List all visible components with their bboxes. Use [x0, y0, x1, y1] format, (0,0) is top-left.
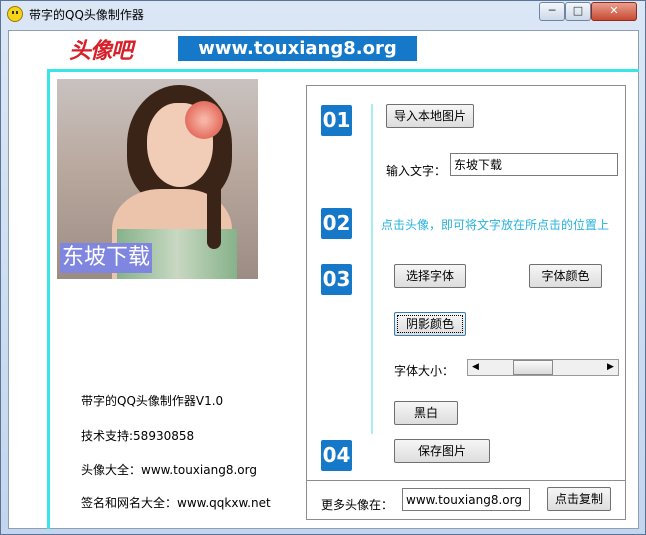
choose-font-button[interactable]: 选择字体 [394, 264, 466, 288]
overlay-text-input[interactable] [450, 153, 618, 176]
divider-horizontal [47, 69, 639, 72]
panel-accent-line [371, 104, 373, 434]
save-image-button[interactable]: 保存图片 [394, 439, 490, 463]
info-support: 技术支持:58930858 [81, 429, 195, 443]
avatar-flower [185, 101, 223, 139]
title-bar[interactable]: 带字的QQ头像制作器 ─ □ ✕ [1, 1, 645, 27]
client-area: 头像吧 www.touxiang8.org 东坡下载 带字的QQ头像制作器V1.… [8, 30, 639, 529]
avatar-overlay-text[interactable]: 东坡下载 [60, 243, 153, 273]
font-color-button[interactable]: 字体颜色 [529, 264, 602, 288]
window-title: 带字的QQ头像制作器 [29, 8, 144, 22]
scroll-right-arrow-icon[interactable]: ▶ [603, 360, 618, 375]
input-text-label: 输入文字： [386, 164, 447, 178]
click-hint-text: 点击头像，即可将文字放在所点击的位置上 [381, 218, 610, 232]
step-badge-02: 02 [321, 208, 352, 239]
step-badge-03: 03 [321, 264, 352, 295]
panel-divider [307, 480, 625, 481]
avatar-braid [207, 169, 221, 249]
scroll-left-arrow-icon[interactable]: ◀ [468, 360, 483, 375]
slider-thumb[interactable] [513, 360, 554, 375]
more-avatars-label: 更多头像在： [321, 498, 394, 512]
import-image-button[interactable]: 导入本地图片 [386, 104, 474, 128]
font-size-slider[interactable]: ◀ ▶ [467, 359, 619, 376]
black-white-button[interactable]: 黑白 [394, 401, 458, 425]
close-button[interactable]: ✕ [591, 2, 637, 21]
step-badge-04: 04 [321, 440, 352, 471]
app-window: 带字的QQ头像制作器 ─ □ ✕ 头像吧 www.touxiang8.org 东… [0, 0, 646, 535]
maximize-button[interactable]: □ [565, 2, 591, 21]
smiley-icon [7, 6, 23, 22]
more-url-field[interactable] [402, 488, 530, 511]
font-size-label: 字体大小： [394, 364, 455, 378]
minimize-button[interactable]: ─ [539, 2, 565, 21]
info-version: 带字的QQ头像制作器V1.0 [81, 394, 224, 408]
controls-panel: 01 导入本地图片 输入文字： 02 点击头像，即可将文字放在所点击的位置上 0… [306, 85, 626, 520]
copy-url-button[interactable]: 点击复制 [547, 487, 611, 511]
divider-vertical [47, 69, 50, 529]
shadow-color-button[interactable]: 阴影颜色 [394, 312, 466, 336]
info-signatures-link: 签名和网名大全：www.qqkxw.net [81, 496, 271, 510]
info-avatars-link: 头像大全：www.touxiang8.org [81, 463, 257, 477]
url-banner[interactable]: www.touxiang8.org [178, 36, 417, 61]
site-logo: 头像吧 [69, 38, 133, 64]
step-badge-01: 01 [321, 105, 352, 136]
avatar-preview[interactable]: 东坡下载 [57, 79, 258, 279]
